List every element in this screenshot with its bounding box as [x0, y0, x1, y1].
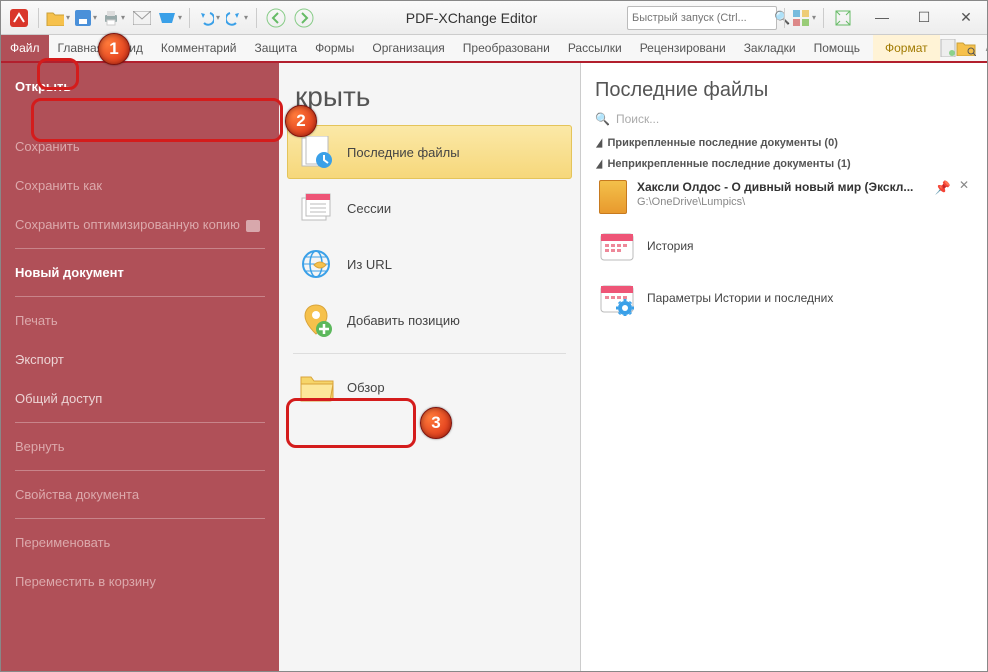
open-from-url[interactable]: Из URL	[287, 237, 572, 291]
open-recent-files[interactable]: Последние файлы	[287, 125, 572, 179]
sidebar-divider	[15, 470, 265, 471]
pin-icon[interactable]: 📌	[935, 180, 951, 196]
browse-folder-icon	[299, 370, 335, 404]
sidebar-divider	[15, 296, 265, 297]
sidebar-item-save[interactable]: Сохранить	[1, 127, 279, 166]
recent-search-placeholder: Поиск...	[616, 112, 659, 126]
sidebar-item-share[interactable]: Общий доступ	[1, 379, 279, 418]
pinned-group[interactable]: ◢Прикрепленные последние документы (0)	[595, 132, 973, 153]
tab-forms[interactable]: Формы	[306, 35, 363, 61]
tab-file[interactable]: Файл	[1, 35, 49, 61]
open-browse-label: Обзор	[347, 380, 385, 395]
ui-options-icon[interactable]	[792, 6, 816, 30]
scan-icon[interactable]	[158, 6, 182, 30]
sidebar-item-new-doc[interactable]: Новый документ	[1, 253, 279, 292]
history-item[interactable]: История	[595, 220, 973, 272]
ribbon-collapse-icon[interactable]: ᐱ	[976, 43, 988, 54]
history-params-label: Параметры Истории и последних	[647, 291, 833, 305]
history-params-item[interactable]: Параметры Истории и последних	[595, 272, 973, 324]
search-icon: 🔍	[774, 10, 790, 26]
sidebar-item-save-optimized[interactable]: Сохранить оптимизированную копию	[1, 205, 279, 244]
save-icon[interactable]	[74, 6, 98, 30]
tab-review[interactable]: Рецензировани	[631, 35, 735, 61]
find-folder-icon[interactable]	[956, 40, 976, 56]
tab-convert[interactable]: Преобразовани	[454, 35, 559, 61]
sidebar-item-revert[interactable]: Вернуть	[1, 427, 279, 466]
file-menu-sidebar: Открыть Сохранить Сохранить как Сохранит…	[1, 63, 279, 671]
sidebar-item-save-as[interactable]: Сохранить как	[1, 166, 279, 205]
undo-icon[interactable]	[197, 6, 221, 30]
open-add-place[interactable]: Добавить позицию	[287, 293, 572, 347]
main-area: Открыть Сохранить Сохранить как Сохранит…	[1, 63, 987, 671]
nav-forward-icon[interactable]	[292, 6, 316, 30]
mid-divider	[293, 353, 566, 354]
sidebar-item-print[interactable]: Печать	[1, 301, 279, 340]
tab-bookmarks[interactable]: Закладки	[735, 35, 805, 61]
nav-back-icon[interactable]	[264, 6, 288, 30]
top-toolbar: PDF-XChange Editor 🔍 — ☐ ✕	[1, 1, 987, 35]
tab-organize[interactable]: Организация	[363, 35, 453, 61]
sidebar-item-rename[interactable]: Переименовать	[1, 523, 279, 562]
mail-icon[interactable]	[130, 6, 154, 30]
redo-icon[interactable]	[225, 6, 249, 30]
recent-search[interactable]: 🔍 Поиск...	[595, 112, 973, 126]
search-icon: 🔍	[595, 112, 610, 126]
open-url-label: Из URL	[347, 257, 392, 272]
open-folder-icon[interactable]	[46, 6, 70, 30]
recent-files-panel: Последние файлы 🔍 Поиск... ◢Прикрепленны…	[581, 63, 987, 671]
recent-doc-title: Хаксли Олдос - О дивный новый мир (Экскл…	[637, 180, 913, 194]
tab-home[interactable]: Главная	[49, 35, 113, 61]
window-controls: — ☐ ✕	[867, 9, 981, 26]
remove-recent-icon[interactable]: ✕	[959, 178, 969, 192]
open-recent-files-label: Последние файлы	[347, 145, 460, 160]
history-label: История	[647, 239, 694, 253]
unpinned-group-label: Неприкрепленные последние документы (1)	[607, 158, 850, 170]
tab-mailings[interactable]: Рассылки	[559, 35, 631, 61]
recent-title: Последние файлы	[595, 79, 973, 102]
sidebar-item-properties[interactable]: Свойства документа	[1, 475, 279, 514]
globe-url-icon	[299, 247, 335, 281]
unpinned-group[interactable]: ◢Неприкрепленные последние документы (1)	[595, 153, 973, 174]
sidebar-item-trash[interactable]: Переместить в корзину	[1, 562, 279, 601]
recent-files-icon	[299, 135, 335, 169]
add-place-icon	[299, 303, 335, 337]
open-sessions-label: Сессии	[347, 201, 391, 216]
app-logo-icon	[7, 6, 31, 30]
close-button[interactable]: ✕	[951, 9, 981, 26]
ribbon-tabs: Файл Главная Вид Комментарий Защита Форм…	[1, 35, 987, 63]
print-icon[interactable]	[102, 6, 126, 30]
doc-icon[interactable]	[940, 39, 956, 57]
sidebar-item-export[interactable]: Экспорт	[1, 340, 279, 379]
tab-format[interactable]: Формат	[873, 35, 940, 61]
open-title: крыть	[279, 63, 580, 123]
open-browse[interactable]: Обзор	[287, 360, 572, 414]
sidebar-divider	[15, 422, 265, 423]
sidebar-item-open[interactable]: Открыть	[1, 63, 279, 110]
fullscreen-icon[interactable]	[831, 6, 855, 30]
pinned-group-label: Прикрепленные последние документы (0)	[607, 137, 837, 149]
sidebar-divider	[15, 248, 265, 249]
calendar-history-icon	[599, 230, 635, 262]
calendar-gear-icon	[599, 282, 635, 314]
tab-protect[interactable]: Защита	[246, 35, 307, 61]
quick-launch-search[interactable]: 🔍	[627, 6, 777, 30]
tab-view[interactable]: Вид	[112, 35, 152, 61]
quick-launch-input[interactable]	[632, 12, 774, 24]
sidebar-divider	[15, 518, 265, 519]
open-add-place-label: Добавить позицию	[347, 313, 460, 328]
recent-document-item[interactable]: Хаксли Олдос - О дивный новый мир (Экскл…	[595, 174, 973, 220]
tab-comment[interactable]: Комментарий	[152, 35, 246, 61]
open-sources-panel: крыть Последние файлы Сессии Из URL	[279, 63, 581, 671]
minimize-button[interactable]: —	[867, 9, 897, 26]
recent-doc-path: G:\OneDrive\Lumpics\	[637, 196, 745, 208]
tab-help[interactable]: Помощь	[805, 35, 869, 61]
book-thumbnail-icon	[599, 180, 627, 214]
sessions-icon	[299, 191, 335, 225]
app-title: PDF-XChange Editor	[320, 10, 623, 26]
open-sessions[interactable]: Сессии	[287, 181, 572, 235]
maximize-button[interactable]: ☐	[909, 9, 939, 26]
